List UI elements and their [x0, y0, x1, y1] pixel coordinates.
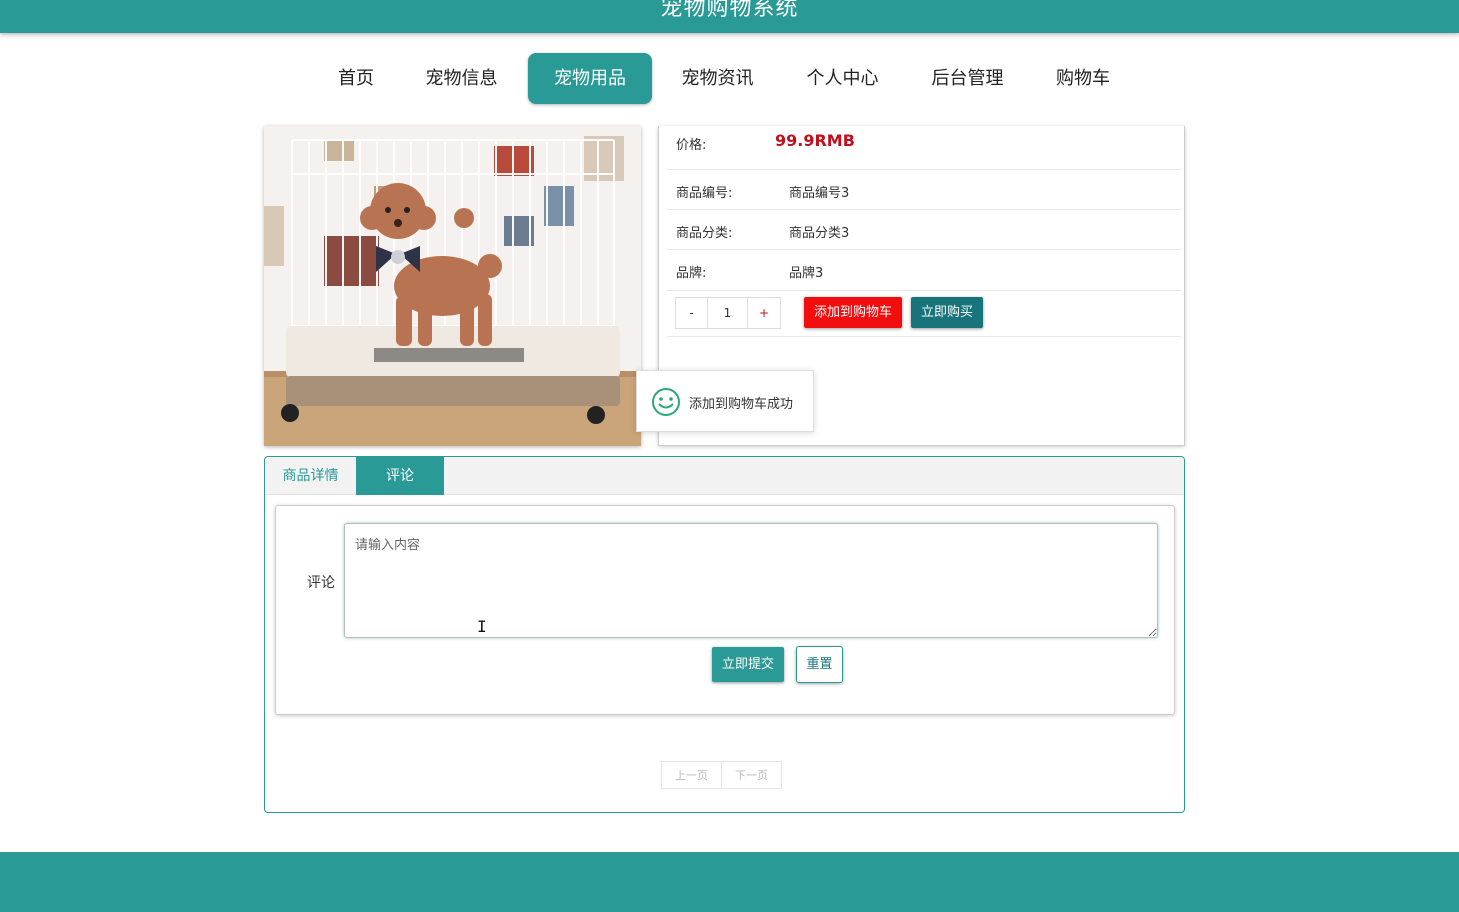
quantity-stepper: - 1 +: [675, 297, 781, 329]
brand-label: 品牌:: [676, 266, 707, 281]
nav-item-cart[interactable]: 购物车: [1041, 53, 1125, 104]
price-value: 99.9RMB: [775, 131, 855, 150]
price-row: 价格: 99.9RMB: [667, 126, 1181, 170]
product-category-value: 商品分类3: [789, 226, 850, 241]
product-image: [264, 126, 641, 446]
pagination: 上一页 下一页: [661, 761, 782, 789]
comment-label: 评论: [307, 575, 335, 591]
site-title: 宠物购物系统: [660, 0, 799, 21]
brand-value: 品牌3: [789, 266, 824, 281]
quantity-plus-button[interactable]: +: [748, 298, 780, 328]
tab-header: 商品详情 评论: [265, 457, 1184, 495]
product-category-row: 商品分类: 商品分类3: [667, 210, 1181, 250]
quantity-input[interactable]: 1: [708, 298, 748, 328]
brand-row: 品牌: 品牌3: [667, 250, 1181, 291]
nav-item-pet-info[interactable]: 宠物信息: [410, 53, 513, 104]
comment-form: 评论 立即提交 重置: [275, 505, 1175, 715]
footer-bar: [0, 852, 1459, 912]
comment-textarea[interactable]: [344, 523, 1158, 638]
text-cursor-icon: I: [477, 617, 487, 636]
main-nav: 首页 宠物信息 宠物用品 宠物资讯 个人中心 后台管理 购物车: [0, 53, 1459, 105]
nav-item-admin[interactable]: 后台管理: [916, 53, 1019, 104]
dog-in-cage-photo: [264, 126, 641, 446]
toast-message: 添加到购物车成功: [689, 397, 794, 412]
submit-comment-button[interactable]: 立即提交: [712, 647, 784, 682]
product-category-label: 商品分类:: [676, 226, 733, 241]
nav-item-pet-news[interactable]: 宠物资讯: [666, 53, 769, 104]
price-label: 价格:: [676, 138, 707, 153]
buy-now-button[interactable]: 立即购买: [911, 297, 983, 328]
add-to-cart-button[interactable]: 添加到购物车: [804, 297, 902, 328]
product-number-value: 商品编号3: [789, 186, 850, 201]
next-page-button[interactable]: 下一页: [722, 761, 782, 789]
reset-button[interactable]: 重置: [796, 646, 843, 683]
product-tabs: 商品详情 评论 评论 立即提交 重置 上一页 下一页: [264, 456, 1185, 813]
tab-product-details[interactable]: 商品详情: [265, 457, 356, 495]
quantity-minus-button[interactable]: -: [676, 298, 708, 328]
tab-comments[interactable]: 评论: [356, 457, 444, 495]
product-number-label: 商品编号:: [676, 186, 733, 201]
nav-item-pet-supplies[interactable]: 宠物用品: [528, 53, 652, 104]
nav-item-personal-center[interactable]: 个人中心: [791, 53, 894, 104]
prev-page-button[interactable]: 上一页: [661, 761, 722, 789]
success-toast: 添加到购物车成功: [636, 370, 814, 432]
nav-item-home[interactable]: 首页: [322, 53, 390, 104]
smile-icon: [652, 388, 680, 416]
header-bar: 宠物购物系统: [0, 0, 1459, 33]
product-number-row: 商品编号: 商品编号3: [667, 170, 1181, 210]
